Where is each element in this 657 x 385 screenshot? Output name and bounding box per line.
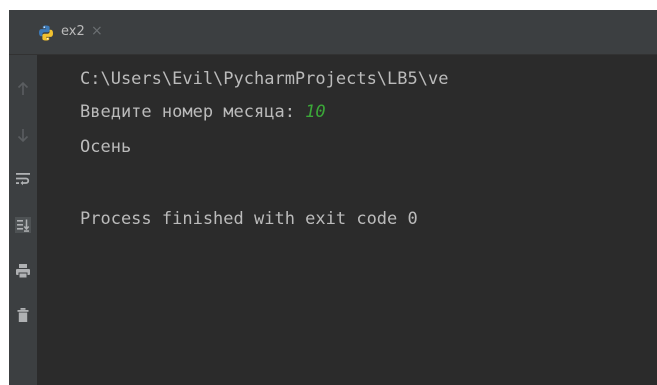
clear-all-button[interactable] xyxy=(9,299,37,331)
print-button[interactable] xyxy=(9,255,37,287)
run-tab-bar: ex2 × xyxy=(9,10,657,55)
screenshot-frame: ex2 × C:\Users\Evil\PycharmProjects\LB5\… xyxy=(0,0,657,385)
output-line: Осень xyxy=(80,137,132,157)
close-icon[interactable]: × xyxy=(91,22,103,40)
trash-icon xyxy=(15,307,31,323)
command-line: C:\Users\Evil\PycharmProjects\LB5\ve xyxy=(80,69,449,89)
tab-ex2[interactable]: ex2 × xyxy=(9,10,159,54)
tab-label: ex2 xyxy=(61,24,85,39)
console-toolbar xyxy=(9,55,37,385)
print-icon xyxy=(15,263,31,279)
down-button[interactable] xyxy=(9,119,37,151)
arrow-down-icon xyxy=(16,127,30,143)
scroll-to-end-icon xyxy=(15,217,31,233)
console-output[interactable]: C:\Users\Evil\PycharmProjects\LB5\ve Вве… xyxy=(37,55,657,385)
up-button[interactable] xyxy=(9,73,37,105)
python-icon xyxy=(37,24,55,42)
prompt-text: Введите номер месяца: xyxy=(80,102,306,122)
soft-wrap-button[interactable] xyxy=(9,163,37,195)
scroll-to-end-button[interactable] xyxy=(9,209,37,241)
run-tool-window: ex2 × C:\Users\Evil\PycharmProjects\LB5\… xyxy=(9,10,657,385)
prompt-line: Введите номер месяца: 10 xyxy=(80,101,326,123)
user-input: 10 xyxy=(305,102,326,122)
arrow-up-icon xyxy=(16,81,30,97)
exit-message: Process finished with exit code 0 xyxy=(80,209,418,229)
soft-wrap-icon xyxy=(15,171,31,187)
